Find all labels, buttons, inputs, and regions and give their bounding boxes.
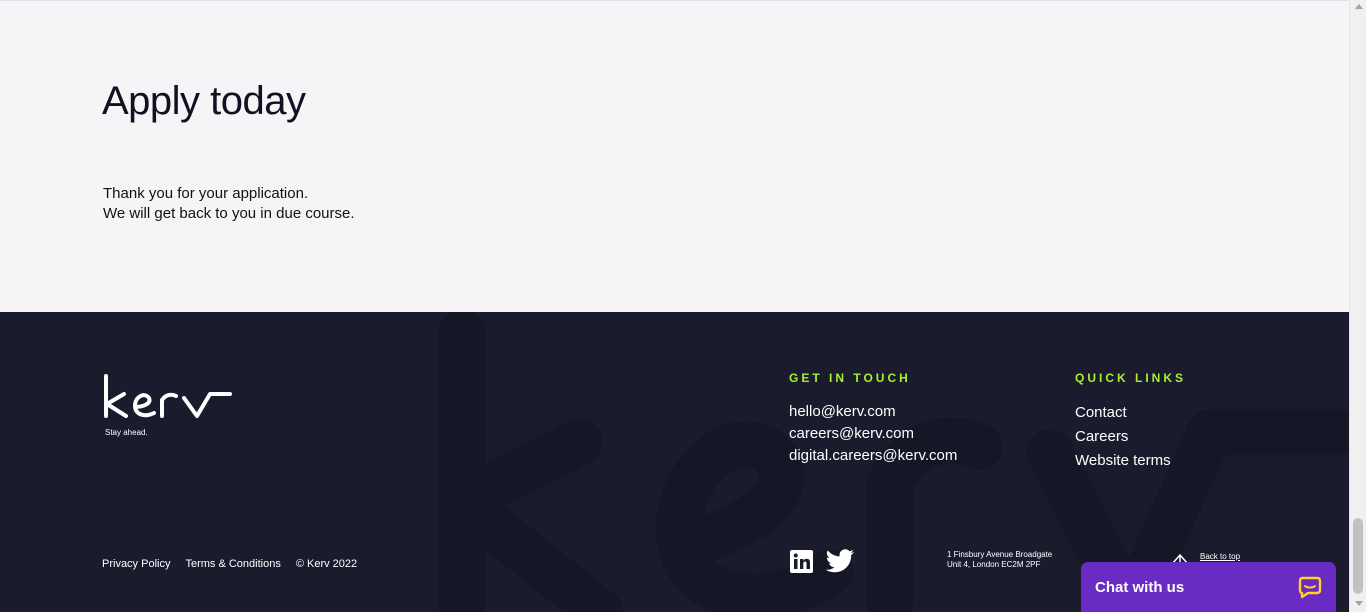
terms-conditions-link[interactable]: Terms & Conditions [185, 558, 280, 570]
confirmation-line-2: We will get back to you in due course. [103, 205, 355, 222]
email-link-hello[interactable]: hello@kerv.com [789, 402, 957, 424]
address-line-2: Unit 4, London EC2M 2PF [947, 560, 1041, 569]
contact-email-list: hello@kerv.com careers@kerv.com digital.… [789, 402, 957, 468]
privacy-policy-link[interactable]: Privacy Policy [102, 558, 170, 570]
quick-link-contact[interactable]: Contact [1075, 402, 1171, 426]
chat-label: Chat with us [1095, 578, 1185, 596]
scroll-up-arrow[interactable] [1355, 4, 1363, 9]
page: Apply today Thank you for your applicati… [0, 0, 1349, 612]
legal-links: Privacy Policy Terms & Conditions © Kerv… [102, 558, 357, 570]
twitter-icon[interactable] [825, 549, 855, 579]
quick-link-website-terms[interactable]: Website terms [1075, 450, 1171, 474]
back-to-top-label: Back to top [1200, 552, 1241, 561]
chat-widget-button[interactable]: Chat with us [1081, 562, 1336, 612]
quick-link-careers[interactable]: Careers [1075, 426, 1171, 450]
logo-tagline: Stay ahead. [105, 428, 148, 437]
confirmation-message: Thank you for your application. We will … [103, 184, 355, 224]
scroll-thumb[interactable] [1353, 518, 1363, 594]
quick-links-heading: QUICK LINKS [1075, 371, 1186, 385]
email-link-digital-careers[interactable]: digital.careers@kerv.com [789, 446, 957, 468]
confirmation-line-1: Thank you for your application. [103, 185, 309, 202]
quick-links-list: Contact Careers Website terms [1075, 402, 1171, 474]
address-line-1: 1 Finsbury Avenue Broadgate [947, 550, 1053, 559]
vertical-scrollbar[interactable] [1349, 0, 1366, 612]
chat-bubble-icon [1298, 576, 1322, 599]
copyright-text: © Kerv 2022 [295, 558, 358, 570]
email-link-careers[interactable]: careers@kerv.com [789, 424, 957, 446]
apply-section: Apply today Thank you for your applicati… [0, 0, 1349, 312]
linkedin-icon[interactable] [790, 550, 813, 578]
social-links [790, 549, 855, 579]
apply-title: Apply today [102, 79, 306, 123]
get-in-touch-heading: GET IN TOUCH [789, 371, 911, 385]
scroll-down-arrow[interactable] [1355, 601, 1363, 606]
office-address: 1 Finsbury Avenue Broadgate Unit 4, Lond… [947, 550, 1052, 570]
